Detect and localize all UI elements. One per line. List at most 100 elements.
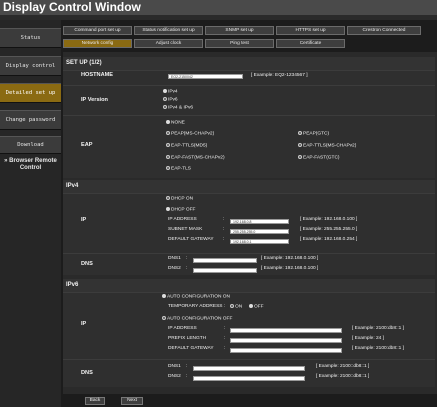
radio-icon [162, 294, 166, 298]
ipv6-address-example: [ Example: 2100:db8::1 ] [352, 326, 404, 331]
temp-address-label: TEMPORARY ADDRESS [168, 304, 223, 309]
tab-command-port[interactable]: Command port set up [63, 26, 132, 35]
auto-config-off-option[interactable]: AUTO CONFIGURATION OFF [162, 316, 232, 321]
hostname-input[interactable]: EQ2-2150042 [168, 74, 243, 79]
tab-snmp[interactable]: SNMP set up [205, 26, 274, 35]
sidebar-item-status[interactable]: Status [0, 28, 61, 48]
ip-version-row [63, 85, 435, 115]
ipv4-mask-input[interactable]: 255.255.255.0 [230, 229, 289, 234]
ipv6-address-label: IP ADDRESS [168, 326, 197, 331]
ipv4-dns2-example: [ Example: 192.168.0.100 ] [261, 266, 319, 271]
eap-peap-mschap-option[interactable]: PEAP(MS-CHAPv2) [166, 131, 214, 136]
sidebar-item-change-password[interactable]: Change password [0, 110, 61, 130]
ipv4-dns2-label: DNS2 [168, 266, 181, 271]
tab-adjust-clock[interactable]: Adjust clock [134, 39, 203, 48]
ipv4-heading: IPv4 [63, 180, 435, 193]
eap-fast-gtc-option[interactable]: EAP-FAST(GTC) [298, 155, 340, 160]
sidebar-item-detailed-setup[interactable]: Detailed set up [0, 83, 61, 103]
ipv4-address-example: [ Example: 192.168.0.100 ] [300, 217, 358, 222]
eap-row [63, 115, 435, 178]
eap-fast-mschap-label: EAP-FAST(MS-CHAPv2) [171, 155, 225, 161]
ipv4-gateway-input[interactable]: 192.168.0.1 [230, 239, 289, 244]
ipver-both-label: IPv4 & IPv6 [168, 105, 194, 111]
temp-off-option[interactable]: OFF [249, 304, 264, 309]
colon: : [223, 227, 225, 232]
tab-ping-test[interactable]: Ping test [205, 39, 274, 48]
auto-config-on-option[interactable]: AUTO CONFIGURATION ON [162, 294, 230, 299]
ipv6-heading: IPv6 [63, 279, 435, 292]
ipv6-dns2-example: [ Example: 2100::db8::1 ] [316, 374, 370, 379]
colon: : [223, 237, 225, 242]
dhcp-off-option[interactable]: DHCP OFF [166, 207, 195, 212]
eap-none-option[interactable]: NONE [166, 120, 185, 125]
ipv6-prefix-input[interactable] [230, 338, 342, 343]
ipv6-dns1-input[interactable] [193, 366, 305, 371]
tab-crestron[interactable]: Crestron Connected [347, 26, 421, 35]
ipv6-gateway-input[interactable] [230, 348, 342, 353]
ipv4-dns1-label: DNS1 [168, 256, 181, 261]
ipv6-dns1-label: DNS1 [168, 364, 181, 369]
sidebar-item-browser-remote-control[interactable]: » Browser Remote Control [0, 157, 61, 173]
ipv4-dns1-example: [ Example: 192.168.0.100 ] [261, 256, 319, 261]
ipv4-ip-label: IP [81, 217, 87, 223]
ipv4-dns1-input[interactable] [193, 258, 257, 263]
radio-icon [230, 304, 234, 308]
dhcp-off-label: DHCP OFF [171, 207, 196, 213]
ipv6-prefix-example: [ Example: 24 ] [352, 336, 384, 341]
sidebar: Status Display control Detailed set up C… [0, 20, 61, 407]
tab-status-notification[interactable]: Status notification set up [134, 26, 203, 35]
ipv4-address-label: IP ADDRESS [168, 217, 197, 222]
ipv6-dns2-input[interactable] [193, 376, 305, 381]
eap-fast-gtc-label: EAP-FAST(GTC) [303, 155, 340, 161]
ipver-ipv6-option[interactable]: IPv6 [163, 97, 178, 102]
ipver-both-option[interactable]: IPv4 & IPv6 [163, 105, 193, 110]
ipver-ipv4-option[interactable]: IPv4 [163, 89, 178, 94]
temp-on-option[interactable]: ON [230, 304, 242, 309]
ipv4-dns2-input[interactable] [193, 268, 257, 273]
colon: : [224, 304, 226, 309]
dhcp-on-option[interactable]: DHCP ON [166, 196, 193, 201]
radio-icon [166, 120, 170, 124]
hostname-example: [ Example: EQ2-1234567 ] [251, 73, 308, 78]
colon: : [224, 346, 226, 351]
ipv6-address-input[interactable] [230, 328, 342, 333]
ipv4-gateway-label: DEFAULT GATEWAY [168, 237, 214, 242]
ipver-ipv4-label: IPv4 [168, 89, 178, 95]
next-button[interactable]: Next [121, 397, 143, 405]
ipv6-gateway-example: [ Example: 2100:db8::1 ] [352, 346, 404, 351]
ipv6-dns-label: DNS [81, 370, 93, 376]
ipver-ipv6-label: IPv6 [168, 97, 178, 103]
hostname-row [63, 70, 435, 85]
eap-peap-gtc-option[interactable]: PEAP(GTC) [298, 131, 329, 136]
radio-icon [166, 155, 170, 159]
setup-heading: SET UP (1/2) [63, 57, 435, 70]
eap-tls-option[interactable]: EAP-TLS [166, 166, 191, 171]
eap-peap-mschap-label: PEAP(MS-CHAPv2) [171, 131, 215, 137]
eap-ttls-mschap-option[interactable]: EAP-TTLS(MS-CHAPv2) [298, 143, 356, 148]
eap-peap-gtc-label: PEAP(GTC) [303, 131, 330, 137]
sidebar-item-download[interactable]: Download [0, 136, 61, 154]
sidebar-item-display-control[interactable]: Display control [0, 56, 61, 76]
radio-icon [166, 196, 170, 200]
ipv6-ip-label: IP [81, 321, 87, 327]
radio-icon [163, 97, 167, 101]
temp-on-label: ON [235, 304, 243, 310]
tab-certificate[interactable]: Certificate [276, 39, 345, 48]
radio-icon [162, 316, 166, 320]
tab-https[interactable]: HTTPS set up [276, 26, 345, 35]
eap-ttls-md5-option[interactable]: EAP-TTLS(MD5) [166, 143, 207, 148]
back-button[interactable]: Back [85, 397, 105, 405]
ipv4-mask-label: SUBNET MASK [168, 227, 203, 232]
tab-network-config[interactable]: Network config [63, 39, 132, 48]
ipv4-address-input[interactable]: 192.168.0.8 [230, 219, 289, 224]
auto-config-on-label: AUTO CONFIGURATION ON [167, 294, 230, 300]
radio-icon [298, 143, 302, 147]
hostname-label: HOSTNAME [81, 72, 114, 78]
radio-icon [166, 207, 170, 211]
ipv4-gateway-example: [ Example: 192.168.0.254 ] [300, 237, 358, 242]
colon: : [186, 364, 188, 369]
colon: : [186, 266, 188, 271]
eap-fast-mschap-option[interactable]: EAP-FAST(MS-CHAPv2) [166, 155, 225, 160]
ipv6-dns2-label: DNS2 [168, 374, 181, 379]
dhcp-on-label: DHCP ON [171, 196, 194, 202]
